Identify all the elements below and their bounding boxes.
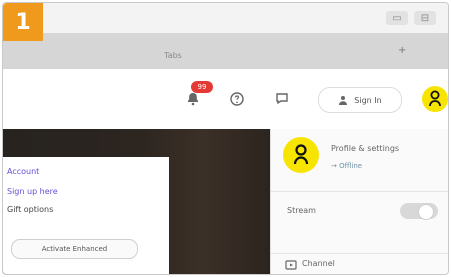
account-line[interactable]: Account — [7, 167, 39, 176]
step-number-badge: 1 — [3, 3, 43, 41]
tile-window-button[interactable]: ⊟ — [414, 11, 436, 25]
browser-tab[interactable]: Tabs — [83, 41, 263, 69]
tab-strip: Tabs + — [3, 33, 448, 69]
dropdown-avatar — [283, 137, 319, 173]
chat-icon — [276, 93, 288, 105]
toggle-row: Stream — [271, 191, 448, 228]
notifications-button[interactable]: 99 — [183, 81, 213, 109]
left-panel: Account Sign up here Gift options Activa… — [3, 157, 169, 274]
profile-dropdown: Profile & settings → Offline Stream Chan… — [270, 129, 448, 274]
restore-window-button[interactable]: ▭ — [386, 11, 408, 25]
dropdown-status-link[interactable]: → Offline — [331, 162, 362, 170]
window-controls: ▭ ⊟ — [386, 11, 436, 25]
gift-options-line: Gift options — [7, 205, 54, 214]
help-button[interactable] — [229, 89, 245, 109]
notification-count: 99 — [191, 81, 213, 93]
sign-in-button[interactable]: Sign In — [318, 87, 402, 113]
toggle-knob — [418, 204, 434, 220]
sign-up-line[interactable]: Sign up here — [7, 187, 58, 196]
question-icon — [230, 92, 244, 106]
person-icon — [339, 96, 348, 105]
main-content: Account Sign up here Gift options Activa… — [3, 129, 270, 274]
activate-enhanced-button[interactable]: Activate Enhanced — [11, 239, 138, 259]
dropdown-title: Profile & settings — [331, 144, 400, 153]
sign-in-label: Sign In — [354, 95, 382, 105]
channel-row[interactable]: Channel — [271, 253, 448, 274]
channel-icon — [285, 260, 297, 270]
screenshot-frame: ▭ ⊟ Tabs + 99 Sign In Account Sign up he… — [2, 2, 449, 275]
bell-icon — [188, 93, 198, 106]
new-tab-button[interactable]: + — [398, 45, 406, 56]
titlebar: ▭ ⊟ — [3, 3, 448, 33]
toggle-label: Stream — [287, 206, 316, 215]
profile-avatar-button[interactable] — [422, 86, 448, 112]
channel-label: Channel — [302, 259, 335, 268]
person-icon — [429, 90, 441, 107]
messages-button[interactable] — [273, 89, 291, 109]
stream-toggle[interactable] — [400, 203, 438, 220]
person-icon — [293, 144, 309, 165]
top-toolbar: 99 Sign In — [3, 69, 448, 130]
